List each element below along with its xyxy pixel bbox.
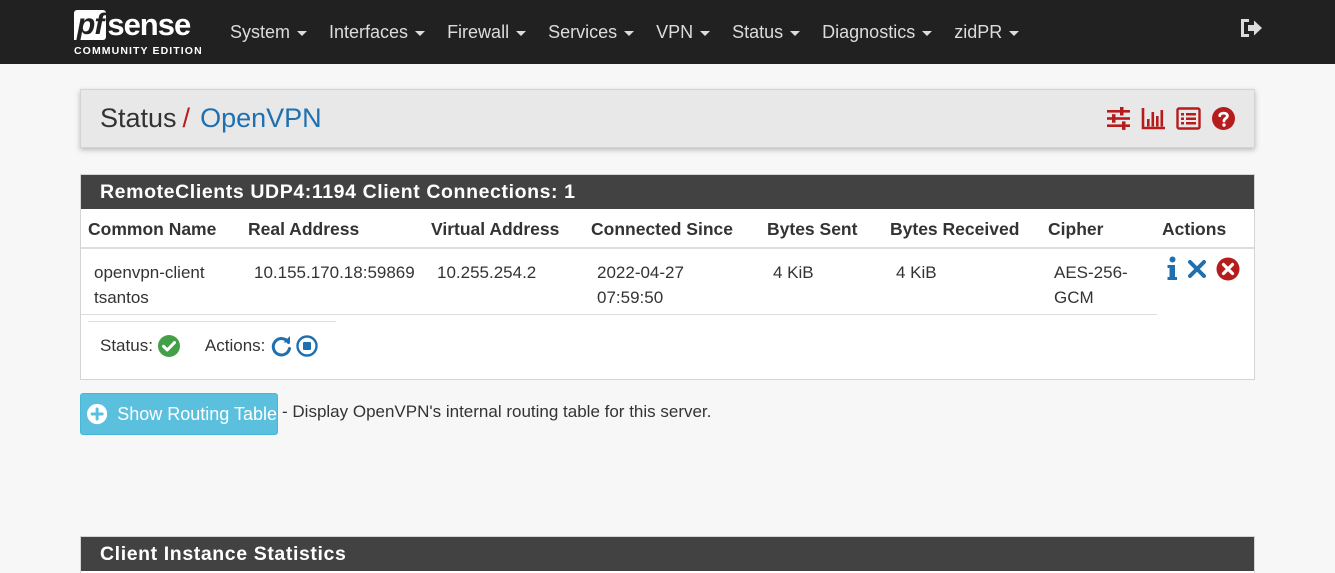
menu-vpn[interactable]: VPN [656, 22, 711, 43]
cell-cipher: AES-256- GCM [1054, 263, 1128, 307]
top-navbar: pf sense COMMUNITY EDITION System Interf… [0, 0, 1335, 64]
plus-circle-icon [87, 403, 108, 425]
sign-out-icon[interactable] [1239, 17, 1263, 39]
cell-bytes-received: 4 KiB [896, 263, 937, 282]
show-routing-table-button[interactable]: Show Routing Table [80, 393, 278, 435]
col-actions: Actions [1162, 219, 1227, 239]
list-icon[interactable] [1176, 106, 1201, 131]
main-menu: System Interfaces Firewall Services VPN … [230, 0, 1041, 64]
logo-pf-text: pf [74, 10, 107, 40]
actions-label: Actions: [204, 336, 266, 355]
caret-down-icon [922, 30, 933, 36]
caret-down-icon [297, 30, 308, 36]
menu-firewall[interactable]: Firewall [447, 22, 527, 43]
cell-bytes-sent: 4 KiB [773, 263, 814, 282]
caret-down-icon [415, 30, 426, 36]
disconnect-x-icon[interactable] [1187, 259, 1207, 279]
check-circle-icon [157, 335, 180, 357]
col-cipher[interactable]: Cipher [1048, 219, 1103, 240]
caret-down-icon [700, 30, 711, 36]
col-bytes-sent[interactable]: Bytes Sent [767, 219, 857, 240]
breadcrumb-shortcuts [1106, 106, 1236, 131]
table-header: Common Name Real Address Virtual Address… [81, 209, 1254, 249]
col-real-address[interactable]: Real Address [248, 219, 359, 240]
restart-icon[interactable] [270, 335, 292, 357]
col-bytes-received[interactable]: Bytes Received [890, 219, 1019, 240]
breadcrumb-separator: / [182, 103, 191, 133]
breadcrumb-bar: Status / OpenVPN [80, 89, 1255, 148]
show-routing-table-label: Show Routing Table [117, 403, 277, 424]
cell-connected-since: 2022-04-27 07:59:50 [597, 263, 684, 307]
caret-down-icon [516, 30, 527, 36]
service-status-row: Status: Actions: [100, 335, 319, 357]
breadcrumb: Status / OpenVPN [100, 103, 322, 134]
menu-diagnostics[interactable]: Diagnostics [822, 22, 933, 43]
caret-down-icon [624, 30, 635, 36]
menu-interfaces[interactable]: Interfaces [329, 22, 426, 43]
col-common-name[interactable]: Common Name [88, 219, 216, 240]
info-icon[interactable] [1166, 256, 1178, 281]
menu-system[interactable]: System [230, 22, 308, 43]
logo-edition-text: COMMUNITY EDITION [74, 45, 203, 57]
cell-real-address: 10.155.170.18:59869 [254, 263, 415, 282]
routing-description: - Display OpenVPN's internal routing tab… [282, 402, 712, 421]
pfsense-logo[interactable]: pf sense COMMUNITY EDITION [74, 6, 210, 60]
panel-title: RemoteClients UDP4:1194 Client Connectio… [81, 175, 1254, 209]
col-virtual-address[interactable]: Virtual Address [431, 219, 559, 240]
breadcrumb-parent: Status [100, 103, 177, 133]
stop-icon[interactable] [296, 335, 319, 357]
client-connections-panel: RemoteClients UDP4:1194 Client Connectio… [80, 174, 1255, 380]
breadcrumb-current-link[interactable]: OpenVPN [200, 103, 322, 133]
bar-chart-icon[interactable] [1141, 106, 1166, 131]
logo-sense-text: sense [107, 7, 191, 42]
kill-client-icon[interactable] [1216, 257, 1240, 281]
caret-down-icon [1009, 30, 1020, 36]
menu-zidpr[interactable]: zidPR [954, 22, 1020, 43]
status-label: Status: [100, 336, 153, 355]
cell-virtual-address: 10.255.254.2 [437, 263, 537, 282]
menu-status[interactable]: Status [732, 22, 801, 43]
caret-down-icon [790, 30, 801, 36]
col-connected-since[interactable]: Connected Since [591, 219, 733, 240]
menu-services[interactable]: Services [548, 22, 635, 43]
cell-common-name: openvpn-client tsantos [94, 263, 205, 307]
sliders-icon[interactable] [1106, 106, 1131, 131]
panel-title: Client Instance Statistics [81, 537, 1254, 571]
client-instance-statistics-panel: Client Instance Statistics [80, 536, 1255, 573]
help-icon[interactable] [1211, 106, 1236, 131]
table-row: openvpn-client tsantos 10.155.170.18:598… [81, 250, 1157, 315]
row-actions [1166, 256, 1240, 281]
divider [88, 321, 336, 322]
